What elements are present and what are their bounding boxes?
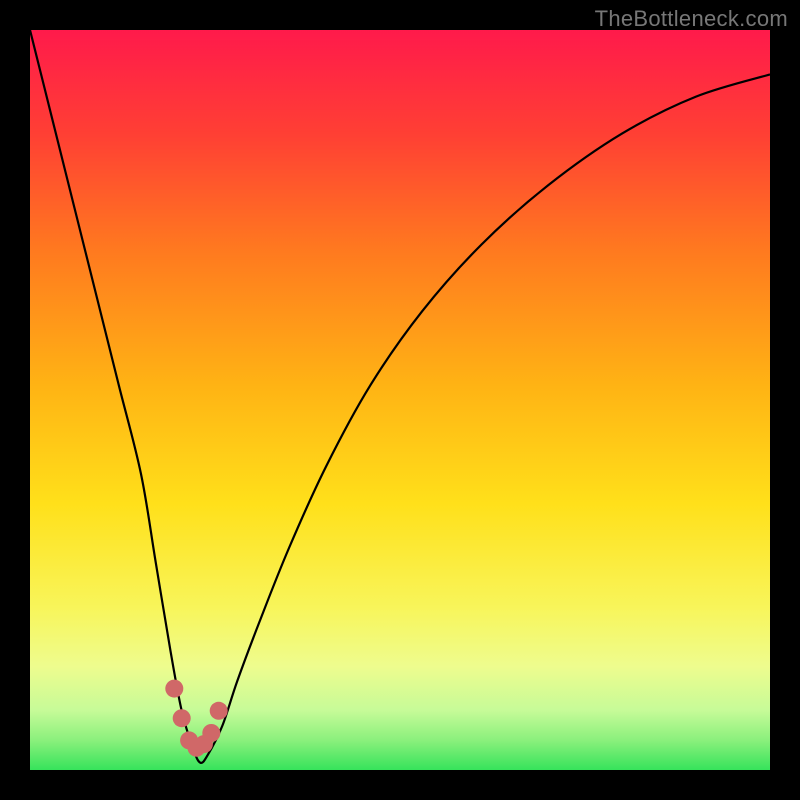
bottleneck-curve bbox=[30, 30, 770, 763]
marker-dot bbox=[210, 702, 228, 720]
chart-frame: TheBottleneck.com bbox=[0, 0, 800, 800]
plot-area bbox=[30, 30, 770, 770]
curve-layer bbox=[30, 30, 770, 770]
marker-dot bbox=[202, 724, 220, 742]
marker-dot bbox=[165, 680, 183, 698]
watermark-text: TheBottleneck.com bbox=[595, 6, 788, 32]
marker-dot bbox=[173, 709, 191, 727]
highlight-markers bbox=[165, 680, 227, 757]
